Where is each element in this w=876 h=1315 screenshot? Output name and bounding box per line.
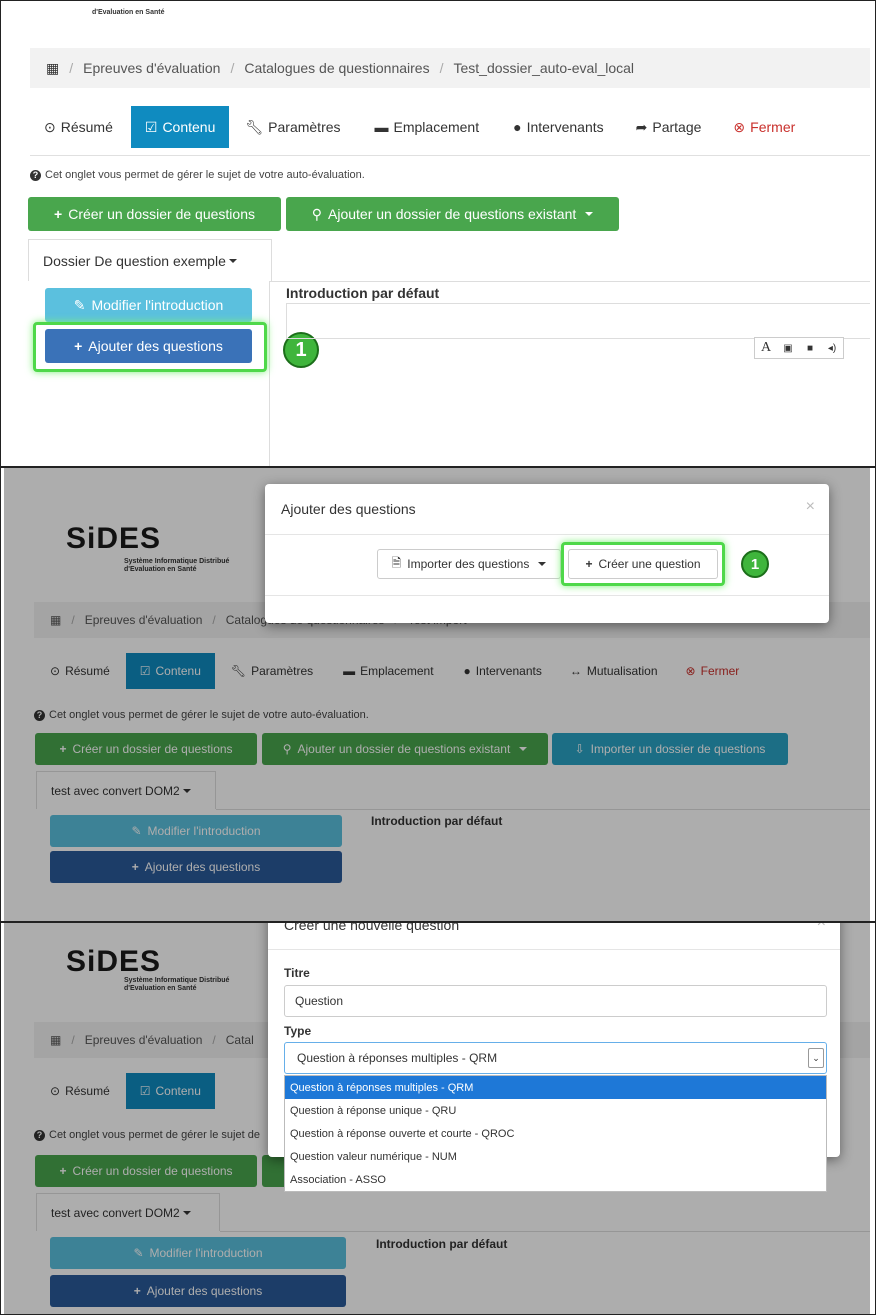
tab-emplacement[interactable]: ▬ Emplacement <box>365 106 490 148</box>
modal-footer-divider <box>265 595 829 596</box>
caret-down-icon <box>538 562 547 566</box>
wrench-icon: 🔧︎ <box>245 118 264 135</box>
caret-down-icon <box>228 258 237 263</box>
image-icon[interactable]: ▣ <box>777 338 799 358</box>
type-option-asso[interactable]: Association - ASSO <box>285 1168 826 1191</box>
type-option-num[interactable]: Question valeur numérique - NUM <box>285 1145 826 1168</box>
edit-icon: ☑ <box>144 118 158 135</box>
file-import-icon: 🗎 <box>391 555 402 570</box>
type-select[interactable]: Question à réponses multiples - QRM ⌄ <box>284 1042 827 1074</box>
add-questions-modal: Ajouter des questions × 🗎 Importer des qu… <box>265 484 829 623</box>
editor-toolbar: A ▣ ■ ◂) <box>754 337 844 359</box>
close-icon[interactable]: × <box>817 923 826 932</box>
divider <box>30 155 870 156</box>
pencil-icon: ✎ <box>73 296 86 313</box>
folder-icon: ▬ <box>374 119 389 135</box>
chevron-down-icon: ⌄ <box>808 1048 824 1068</box>
question-circle-icon: ? <box>30 169 41 181</box>
caret-down-icon <box>585 212 594 216</box>
tab-bar: ⊙ Résumé ☑ Contenu 🔧︎ Paramètres ▬ Emplaceme… <box>34 106 805 148</box>
step-badge: 1 <box>741 550 769 578</box>
highlight-frame <box>33 322 267 372</box>
content-left-border <box>269 281 270 466</box>
search-icon: ⚲ <box>311 205 322 222</box>
breadcrumb: ▦ / Epreuves d'évaluation / Catalogues d… <box>30 48 870 88</box>
tab-resume[interactable]: ⊙ Résumé <box>34 106 123 148</box>
type-option-qroc[interactable]: Question à réponse ouverte et courte - Q… <box>285 1122 826 1145</box>
audio-icon[interactable]: ◂) <box>821 338 843 358</box>
breadcrumb-item-current: Test_dossier_auto-eval_local <box>453 60 635 76</box>
modal-title: Ajouter des questions <box>281 501 416 517</box>
modal-header-divider <box>268 949 840 950</box>
user-icon: ● <box>513 119 522 135</box>
hint-text: ? Cet onglet vous permet de gérer le suje… <box>30 169 365 181</box>
close-circle-icon: ⊗ <box>733 118 746 135</box>
import-questions-dropdown[interactable]: 🗎 Importer des questions <box>377 549 561 579</box>
type-option-qru[interactable]: Question à réponse unique - QRU <box>285 1099 826 1122</box>
logo-subtitle: d'Evaluation en Santé <box>92 9 165 16</box>
breadcrumb-item-catalogues[interactable]: Catalogues de questionnaires <box>244 60 429 76</box>
tab-fermer[interactable]: ⊗ Fermer <box>723 106 805 148</box>
text-format-icon[interactable]: A <box>755 338 777 358</box>
clock-icon: ⊙ <box>44 118 56 135</box>
close-icon[interactable]: × <box>806 498 815 516</box>
modal-header-divider <box>265 534 829 535</box>
video-icon[interactable]: ■ <box>799 338 821 358</box>
tab-partage[interactable]: ➦ Partage <box>626 106 712 148</box>
modify-intro-button[interactable]: ✎ Modifier l'introduction <box>45 288 252 322</box>
intro-editor[interactable] <box>286 303 870 339</box>
type-dropdown-list: Question à réponses multiples - QRM Ques… <box>284 1075 827 1192</box>
tab-parametres[interactable]: 🔧︎ Paramètres <box>235 106 350 148</box>
titre-label: Titre <box>284 966 310 980</box>
content-divider <box>270 281 870 282</box>
tab-intervenants[interactable]: ● Intervenants <box>503 106 614 148</box>
panel-2: SiDES Système Informatique Distribué d'E… <box>4 468 870 921</box>
share-icon: ➦ <box>635 118 648 135</box>
folder-tab[interactable]: Dossier De question exemple <box>28 239 272 281</box>
type-option-qrm[interactable]: Question à réponses multiples - QRM <box>285 1076 826 1099</box>
add-existing-folder-button[interactable]: ⚲ Ajouter un dossier de questions existan… <box>286 197 619 231</box>
breadcrumb-item-epreuves[interactable]: Epreuves d'évaluation <box>83 60 220 76</box>
plus-icon: + <box>54 206 63 222</box>
highlight-frame <box>561 542 725 586</box>
create-folder-button[interactable]: + Créer un dossier de questions <box>28 197 281 231</box>
apps-grid-icon[interactable]: ▦ <box>46 60 59 77</box>
type-label: Type <box>284 1024 312 1038</box>
tab-contenu[interactable]: ☑ Contenu <box>130 106 230 148</box>
intro-label: Introduction par défaut <box>286 285 440 301</box>
panel-3: SiDES Système Informatique Distribué d'E… <box>4 923 870 1314</box>
modal-title: Créer une nouvelle question <box>284 923 460 933</box>
panel-1: d'Evaluation en Santé ▦ / Epreuves d'éva… <box>4 1 870 466</box>
titre-input[interactable]: Question <box>284 985 827 1017</box>
